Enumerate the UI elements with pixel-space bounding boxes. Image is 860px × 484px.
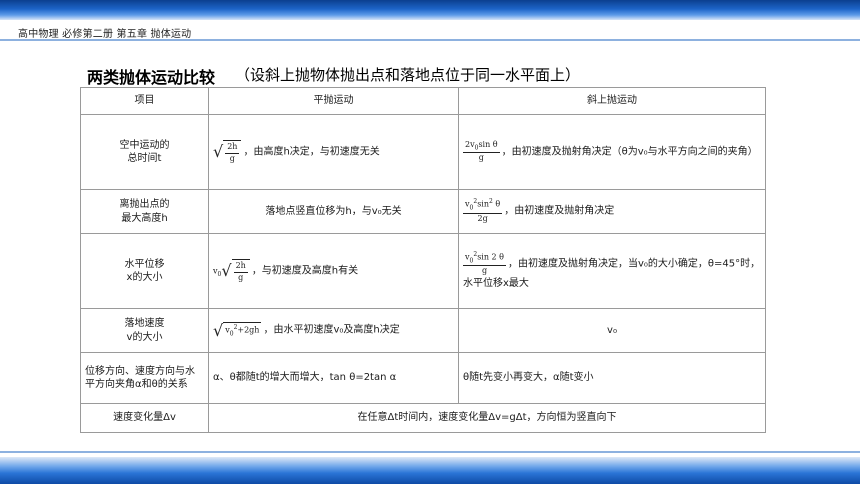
formula-v0-sqrt-2h-g: v0 √ 2h g [213,258,250,284]
formula-sqrt-v0sq-2gh: √ v02+2gh [213,320,262,340]
cell-oblique-time: 2v0sin θg ，由初速度及抛射角决定（θ为v₀与水平方向之间的夹角） [458,114,766,190]
cell-flat-height: 落地点竖直位移为h，与v₀无关 [208,189,459,234]
cell-oblique-range: v02sin 2 θg ，由初速度及抛射角决定，当v₀的大小确定，θ=45°时，… [458,233,766,309]
table-row: 空中运动的 总时间t √ 2h g ，由高度h决定，与初速度无关 2v0sin θg… [80,114,766,190]
table-row: 位移方向、速度方向与水平方向夹角α和θ的关系 α、θ都随t的增大而增大，tan … [80,352,766,404]
cell-oblique-speed: v₀ [458,308,766,353]
row-label-angles: 位移方向、速度方向与水平方向夹角α和θ的关系 [80,352,209,404]
cell-flat-range: v0 √ 2h g ，与初速度及高度h有关 [208,233,459,309]
formula-v0sq-sin2theta-g: v02sin 2 θg [463,250,506,276]
table-header-row: 项目 平抛运动 斜上抛运动 [80,87,766,115]
page-subtitle: （设斜上抛物体抛出点和落地点位于同一水平面上） [235,66,581,84]
cell-oblique-angles: θ随t先变小再变大，α随t变小 [458,352,766,404]
row-label-height: 离抛出点的 最大高度h [80,189,209,234]
footer-divider [0,451,860,453]
row-label-velocity-change: 速度变化量Δv [80,403,209,433]
header-flat-projectile: 平抛运动 [208,87,459,115]
table-row: 落地速度 v的大小 √ v02+2gh ，由水平初速度v₀及高度h决定 v₀ [80,308,766,353]
page-title: 两类抛体运动比较 [87,68,216,87]
row-label-speed: 落地速度 v的大小 [80,308,209,353]
cell-velocity-change: 在任意Δt时间内，速度变化量Δv=gΔt，方向恒为竖直向下 [208,403,766,433]
formula-v0sq-sin2-2g: v02sin2 θ 2g [463,198,503,223]
header-item: 项目 [80,87,209,115]
table-row: 速度变化量Δv 在任意Δt时间内，速度变化量Δv=gΔt，方向恒为竖直向下 [80,403,766,433]
breadcrumb: 高中物理 必修第二册 第五章 抛体运动 [18,29,192,40]
top-banner [0,0,860,20]
row-label-time: 空中运动的 总时间t [80,114,209,190]
formula-2v0sin-g: 2v0sin θg [463,139,500,163]
bottom-banner [0,457,860,484]
row-label-range: 水平位移 x的大小 [80,233,209,309]
cell-flat-speed: √ v02+2gh ，由水平初速度v₀及高度h决定 [208,308,459,353]
cell-flat-angles: α、θ都随t的增大而增大，tan θ=2tan α [208,352,459,404]
table-row: 水平位移 x的大小 v0 √ 2h g ，与初速度及高度h有关 v02sin 2 θg … [80,233,766,309]
table-row: 离抛出点的 最大高度h 落地点竖直位移为h，与v₀无关 v02sin2 θ 2g … [80,189,766,234]
comparison-table: 项目 平抛运动 斜上抛运动 空中运动的 总时间t √ 2h g ，由高度h决定，与初… [80,87,766,433]
header-oblique-projectile: 斜上抛运动 [458,87,766,115]
header-divider [0,39,860,41]
formula-sqrt-2h-g: √ 2h g [213,139,242,165]
cell-flat-time: √ 2h g ，由高度h决定，与初速度无关 [208,114,459,190]
cell-oblique-height: v02sin2 θ 2g ，由初速度及抛射角决定 [458,189,766,234]
